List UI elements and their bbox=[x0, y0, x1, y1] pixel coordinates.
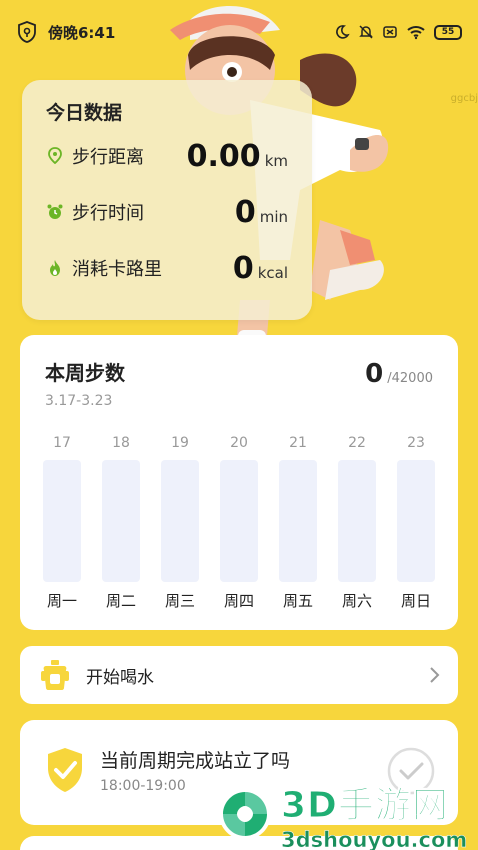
location-pin-icon bbox=[48, 147, 62, 165]
stand-time-range: 18:00-19:00 bbox=[100, 778, 186, 794]
metric-row-calories: 消耗卡路里 0 kcal bbox=[46, 248, 288, 288]
day-column: 17 周一 bbox=[42, 430, 82, 615]
metric-value: 0 bbox=[234, 194, 256, 230]
day-date: 23 bbox=[407, 435, 425, 451]
day-date: 22 bbox=[348, 435, 366, 451]
metric-row-distance: 步行距离 0.00 km bbox=[46, 136, 288, 176]
metric-unit: km bbox=[264, 151, 288, 170]
day-label: 周四 bbox=[223, 592, 254, 610]
metric-label: 步行距离 bbox=[72, 147, 144, 168]
day-bar-track bbox=[161, 460, 199, 582]
weekly-steps-card[interactable]: 本周步数 3.17-3.23 0 /42000 17 周一 18 周二 19 周… bbox=[20, 335, 458, 630]
day-column: 23 周日 bbox=[396, 430, 436, 615]
weekly-step-count: 0 /42000 bbox=[365, 359, 433, 389]
today-data-card: 今日数据 步行距离 0.00 km 步行时间 0 min 消耗卡路里 0 kca… bbox=[22, 80, 312, 320]
day-column: 21 周五 bbox=[278, 430, 318, 615]
day-label: 周一 bbox=[46, 592, 77, 610]
site-logo-icon bbox=[219, 788, 271, 840]
day-bar-track bbox=[397, 460, 435, 582]
day-bar-track bbox=[220, 460, 258, 582]
day-label: 周三 bbox=[164, 592, 195, 610]
metric-value: 0 bbox=[232, 250, 254, 286]
shield-check-icon bbox=[48, 748, 82, 792]
day-column: 19 周三 bbox=[160, 430, 200, 615]
day-bar-track bbox=[279, 460, 317, 582]
corner-watermark: ggcbj bbox=[450, 93, 478, 104]
day-date: 17 bbox=[53, 435, 71, 451]
day-column: 20 周四 bbox=[219, 430, 259, 615]
weekly-bar-chart: 17 周一 18 周二 19 周三 20 周四 21 周五 22 周六 23 周… bbox=[42, 430, 436, 615]
metric-unit: min bbox=[259, 207, 288, 226]
day-bar-track bbox=[43, 460, 81, 582]
day-label: 周五 bbox=[282, 592, 313, 610]
site-watermark: 3D手游网 3dshouyou.com bbox=[215, 778, 478, 850]
flame-icon bbox=[50, 260, 60, 276]
weekly-steps-title: 本周步数 bbox=[45, 361, 125, 385]
today-title: 今日数据 bbox=[46, 102, 123, 124]
day-bar-track bbox=[102, 460, 140, 582]
weekly-step-count-value: 0 bbox=[365, 359, 384, 389]
stand-reminder-title: 当前周期完成站立了吗 bbox=[100, 750, 291, 772]
metric-label: 消耗卡路里 bbox=[72, 259, 162, 280]
week-date-range: 3.17-3.23 bbox=[45, 393, 113, 409]
water-cup-icon bbox=[41, 660, 69, 690]
start-drinking-water-label: 开始喝水 bbox=[86, 667, 154, 688]
site-watermark-url: 3dshouyou.com bbox=[281, 828, 468, 850]
day-bar-track bbox=[338, 460, 376, 582]
day-date: 18 bbox=[112, 435, 130, 451]
day-date: 20 bbox=[230, 435, 248, 451]
day-date: 19 bbox=[171, 435, 189, 451]
start-drinking-water-button[interactable]: 开始喝水 bbox=[20, 646, 458, 704]
alarm-clock-icon bbox=[47, 204, 63, 219]
status-time: 傍晚6:41 bbox=[48, 23, 116, 42]
day-column: 18 周二 bbox=[101, 430, 141, 615]
site-watermark-title: 3D手游网 bbox=[280, 785, 449, 827]
metric-row-time: 步行时间 0 min bbox=[46, 192, 288, 232]
day-label: 周二 bbox=[105, 592, 136, 610]
day-date: 21 bbox=[289, 435, 307, 451]
day-label: 周日 bbox=[400, 592, 431, 610]
metric-unit: kcal bbox=[257, 263, 288, 282]
metric-label: 步行时间 bbox=[72, 203, 144, 224]
chevron-right-icon bbox=[430, 667, 440, 683]
day-column: 22 周六 bbox=[337, 430, 377, 615]
day-label: 周六 bbox=[341, 592, 372, 610]
shield-location-icon bbox=[18, 21, 36, 43]
weekly-step-goal: /42000 bbox=[387, 371, 433, 386]
metric-value: 0.00 bbox=[186, 138, 261, 174]
